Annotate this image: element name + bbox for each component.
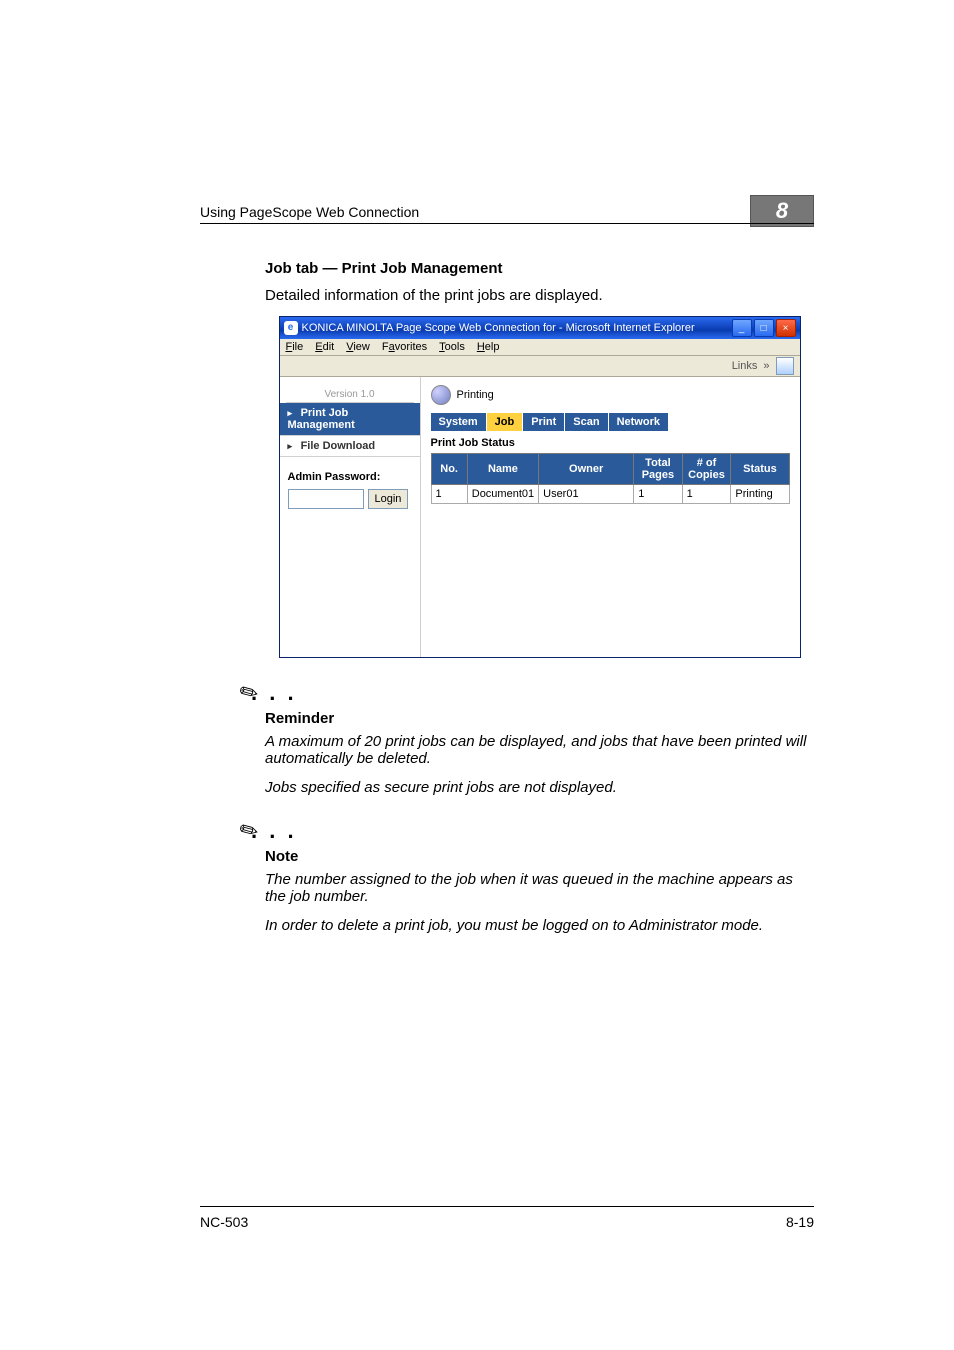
th-total-pages: Total Pages (634, 454, 682, 485)
login-button[interactable] (368, 489, 409, 509)
cell-status: Printing (731, 485, 789, 504)
reminder-p2: Jobs specified as secure print jobs are … (265, 779, 814, 796)
th-copies: # of Copies (682, 454, 731, 485)
footer-right: 8-19 (786, 1214, 814, 1230)
tab-system[interactable]: System (431, 413, 487, 431)
titlebar: e KONICA MINOLTA Page Scope Web Connecti… (280, 317, 800, 339)
menubar: File Edit View Favorites Tools Help (280, 339, 800, 356)
status-label: Printing (457, 389, 494, 401)
chevron-right-icon: ▸ (288, 408, 294, 419)
menu-view[interactable]: View (346, 341, 370, 353)
linksbar: Links » (280, 356, 800, 377)
job-table: No. Name Owner Total Pages # of Copies S… (431, 453, 790, 504)
screenshot-window: e KONICA MINOLTA Page Scope Web Connecti… (279, 316, 801, 658)
th-status: Status (731, 454, 789, 485)
chevron-right-icon: ▸ (288, 441, 294, 452)
menu-help[interactable]: Help (477, 341, 500, 353)
tab-scan[interactable]: Scan (565, 413, 608, 431)
footer-rule (200, 1206, 814, 1207)
links-chevron-icon[interactable]: » (763, 360, 769, 372)
ie-icon: e (284, 321, 298, 335)
window-title: KONICA MINOLTA Page Scope Web Connection… (302, 322, 695, 334)
tab-job[interactable]: Job (487, 413, 524, 431)
sidebar-item-file-download[interactable]: ▸ File Download (280, 436, 420, 457)
menu-tools[interactable]: Tools (439, 341, 465, 353)
th-owner: Owner (539, 454, 634, 485)
cell-no: 1 (431, 485, 467, 504)
version-label: Version 1.0 (286, 385, 414, 403)
header-rule (200, 223, 814, 224)
close-button[interactable]: × (776, 319, 796, 337)
header-crumb: Using PageScope Web Connection (200, 204, 419, 220)
tab-network[interactable]: Network (609, 413, 669, 431)
reminder-label: Reminder (265, 710, 814, 727)
printer-icon (431, 385, 451, 405)
admin-password-label: Admin Password: (280, 457, 420, 487)
minimize-button[interactable]: _ (732, 319, 752, 337)
menu-edit[interactable]: Edit (315, 341, 334, 353)
tabs: System Job Print Scan Network (431, 413, 790, 431)
main-panel: Printing System Job Print Scan Network P… (420, 377, 800, 657)
cell-name: Document01 (467, 485, 538, 504)
sidebar-item-print-job-mgmt[interactable]: ▸ Print Job Management (280, 403, 420, 436)
menu-favorites[interactable]: Favorites (382, 341, 427, 353)
menu-file[interactable]: File (286, 341, 304, 353)
note-p2: In order to delete a print job, you must… (265, 917, 814, 934)
cell-owner: User01 (539, 485, 634, 504)
links-label[interactable]: Links (732, 360, 758, 372)
maximize-button[interactable]: □ (754, 319, 774, 337)
th-no: No. (431, 454, 467, 485)
footer-left: NC-503 (200, 1214, 248, 1230)
section-title: Job tab — Print Job Management (265, 260, 814, 277)
cell-copies: 1 (682, 485, 731, 504)
sidebar: Version 1.0 ▸ Print Job Management ▸ Fil… (280, 377, 420, 657)
ie-throbber-icon (776, 357, 794, 375)
table-row[interactable]: 1 Document01 User01 1 1 Printing (431, 485, 789, 504)
intro-paragraph: Detailed information of the print jobs a… (265, 287, 814, 304)
admin-password-input[interactable] (288, 489, 364, 509)
sidebar-item-label: File Download (301, 440, 376, 452)
note-p1: The number assigned to the job when it w… (265, 871, 814, 905)
th-name: Name (467, 454, 538, 485)
sidebar-item-label: Print Job Management (288, 407, 355, 431)
reminder-p1: A maximum of 20 print jobs can be displa… (265, 733, 814, 767)
panel-title: Print Job Status (431, 437, 790, 449)
cell-total-pages: 1 (634, 485, 682, 504)
tab-print[interactable]: Print (523, 413, 565, 431)
note-label: Note (265, 848, 814, 865)
